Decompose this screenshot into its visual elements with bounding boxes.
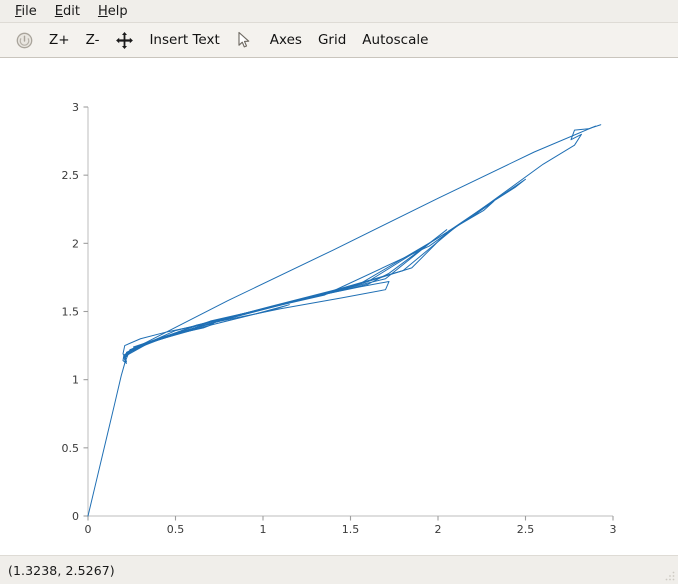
x-tick-label: 2 <box>435 523 442 536</box>
x-tick-label: 0 <box>85 523 92 536</box>
menu-file-rest: ile <box>21 3 37 19</box>
x-tick-label: 1 <box>260 523 267 536</box>
plot-canvas[interactable]: 0 0.5 1 1.5 2 2.5 3 0 0.5 1 1.5 2 2.5 3 <box>0 58 678 555</box>
resize-grip-icon[interactable] <box>664 570 676 582</box>
series-loop-2 <box>123 304 290 363</box>
axes-button[interactable]: Axes <box>262 27 310 53</box>
autoscale-label: Autoscale <box>362 32 429 48</box>
autoscale-button[interactable]: Autoscale <box>354 27 436 53</box>
menu-bar: File Edit Help <box>0 0 678 23</box>
y-tick-label: 0 <box>72 510 79 523</box>
series-loop-4 <box>124 229 448 357</box>
reset-button[interactable] <box>7 27 41 53</box>
x-tick-label: 2.5 <box>517 523 535 536</box>
x-tick-label: 0.5 <box>167 523 185 536</box>
toolbar: Z+ Z- Insert Text Axes Grid Autoscale <box>0 23 678 58</box>
x-tick-label: 1.5 <box>342 523 360 536</box>
hysteresis-plot: 0 0.5 1 1.5 2 2.5 3 0 0.5 1 1.5 2 2.5 3 <box>62 101 617 536</box>
series-loop-3 <box>124 281 390 362</box>
zoom-in-label: Z+ <box>49 32 70 48</box>
series-loop-7-final <box>133 124 602 348</box>
plot-axis-lines <box>87 107 613 517</box>
y-tick-label: 1 <box>72 374 79 387</box>
zoom-in-button[interactable]: Z+ <box>41 27 78 53</box>
zoom-out-label: Z- <box>85 32 100 48</box>
grid-label: Grid <box>317 32 347 48</box>
series-loop-6 <box>129 178 526 351</box>
y-tick-label: 2 <box>72 237 79 250</box>
insert-text-button[interactable]: Insert Text <box>141 27 227 53</box>
series-loop-1 <box>122 323 215 364</box>
menu-item-edit[interactable]: Edit <box>46 2 89 21</box>
grid-button[interactable]: Grid <box>310 27 354 53</box>
insert-text-label: Insert Text <box>149 32 220 48</box>
menu-item-help[interactable]: Help <box>89 2 137 21</box>
series-chord-upper-envelope <box>126 125 596 353</box>
series-loop-5 <box>126 200 495 353</box>
x-tick-label: 3 <box>610 523 617 536</box>
pan-button[interactable] <box>107 27 141 53</box>
plot-series-group <box>87 124 602 517</box>
y-tick-label: 2.5 <box>62 169 80 182</box>
axes-label: Axes <box>269 32 302 48</box>
menu-help-mnemonic: H <box>97 3 108 19</box>
zoom-out-button[interactable]: Z- <box>78 27 108 53</box>
reset-circle-icon <box>16 32 32 48</box>
series-initial-loading-ramp <box>87 358 127 517</box>
menu-edit-rest: dit <box>63 3 80 19</box>
cursor-coordinates-readout: (1.3238, 2.5267) <box>8 562 115 578</box>
plot-application-window: File Edit Help Z+ Z- Insert Text Axes Gr… <box>0 0 678 584</box>
menu-item-file[interactable]: File <box>6 2 46 21</box>
status-bar: (1.3238, 2.5267) <box>0 555 678 584</box>
move-cross-icon <box>116 31 133 49</box>
menu-help-rest: elp <box>107 3 128 19</box>
y-tick-label: 1.5 <box>62 306 80 319</box>
cursor-arrow-icon <box>238 31 250 47</box>
y-tick-label: 3 <box>72 101 79 114</box>
menu-edit-mnemonic: E <box>54 3 63 19</box>
plot-tick-labels: 0 0.5 1 1.5 2 2.5 3 0 0.5 1 1.5 2 2.5 3 <box>62 101 617 536</box>
y-tick-label: 0.5 <box>62 442 80 455</box>
select-pointer-button[interactable] <box>228 27 262 53</box>
plot-tick-marks <box>83 106 614 521</box>
